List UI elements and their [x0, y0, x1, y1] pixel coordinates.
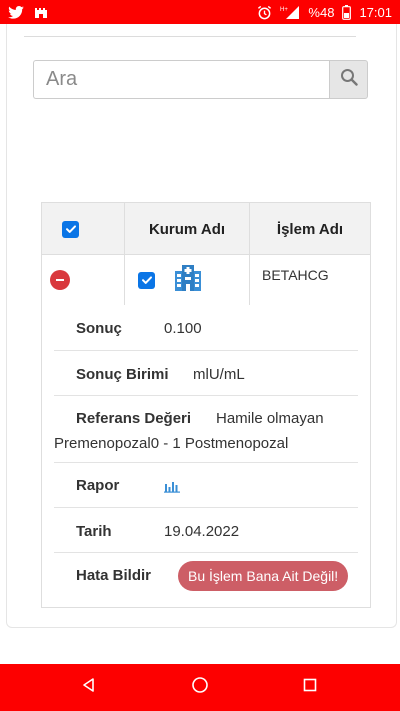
signal-icon: H+ [280, 5, 300, 20]
detail-label-rapor: Rapor [76, 477, 120, 494]
search-input[interactable] [33, 60, 329, 99]
hospital-building-icon [173, 263, 203, 298]
castle-icon [34, 5, 48, 19]
detail-label-tarih: Tarih [76, 523, 112, 540]
twitter-icon [8, 5, 24, 19]
battery-percent: %48 [308, 4, 335, 20]
row-checkbox[interactable] [138, 271, 155, 289]
navigation-bar [0, 664, 400, 711]
home-button[interactable] [170, 664, 230, 711]
detail-referans: Referans Değeri Hamile olmayan Premenopo… [54, 396, 358, 463]
recents-square-icon [302, 677, 318, 698]
bar-chart-icon[interactable] [164, 478, 180, 497]
divider [24, 36, 356, 37]
detail-birim: Sonuç Birimi mlU/mL [54, 351, 358, 396]
select-all-checkbox[interactable] [62, 220, 79, 238]
back-triangle-icon [81, 677, 97, 698]
row-details: Sonuç 0.100 Sonuç Birimi mlU/mL Referans… [54, 305, 358, 599]
alarm-icon [257, 5, 272, 20]
detail-value-birim: mlU/mL [193, 366, 245, 383]
detail-label-hata: Hata Bildir [76, 567, 152, 584]
detail-value-sonuc: 0.100 [164, 320, 202, 337]
detail-label-sonuc: Sonuç [76, 320, 122, 337]
detail-value-tarih: 19.04.2022 [164, 523, 240, 540]
recents-button[interactable] [280, 664, 340, 711]
status-bar: H+ %48 17:01 [0, 0, 400, 24]
back-button[interactable] [59, 664, 119, 711]
report-error-button[interactable]: Bu İşlem Bana Ait Değil! [178, 561, 349, 591]
column-header-islem[interactable]: İşlem Adı [250, 203, 370, 255]
detail-value-referans-line2: Premenopozal0 - 1 Postmenopozal [54, 435, 289, 452]
search-bar [33, 60, 368, 99]
detail-label-birim: Sonuç Birimi [76, 366, 169, 383]
detail-sonuc: Sonuç 0.100 [54, 305, 358, 351]
kurum-cell [125, 255, 250, 305]
search-icon [340, 68, 358, 91]
results-table: Kurum Adı İşlem Adı BETAHCG Sonuç 0.100 … [41, 202, 371, 608]
collapse-row-button[interactable] [50, 270, 70, 290]
column-header-kurum[interactable]: Kurum Adı [125, 203, 250, 255]
svg-text:H+: H+ [280, 7, 288, 13]
table-header: Kurum Adı İşlem Adı [42, 203, 370, 255]
table-row: BETAHCG [42, 255, 370, 305]
detail-hata: Hata Bildir Bu İşlem Bana Ait Değil! [54, 553, 358, 599]
search-button[interactable] [329, 60, 368, 99]
detail-value-referans-line1: Hamile olmayan [216, 410, 324, 427]
islem-cell: BETAHCG [262, 267, 329, 283]
detail-label-referans: Referans Değeri [76, 410, 192, 427]
row-toggle-cell [42, 255, 125, 305]
clock-time: 17:01 [359, 4, 392, 20]
battery-icon [342, 4, 352, 20]
detail-tarih: Tarih 19.04.2022 [54, 508, 358, 553]
home-circle-icon [191, 676, 209, 699]
header-select-all [42, 203, 125, 255]
detail-rapor: Rapor [54, 463, 358, 508]
